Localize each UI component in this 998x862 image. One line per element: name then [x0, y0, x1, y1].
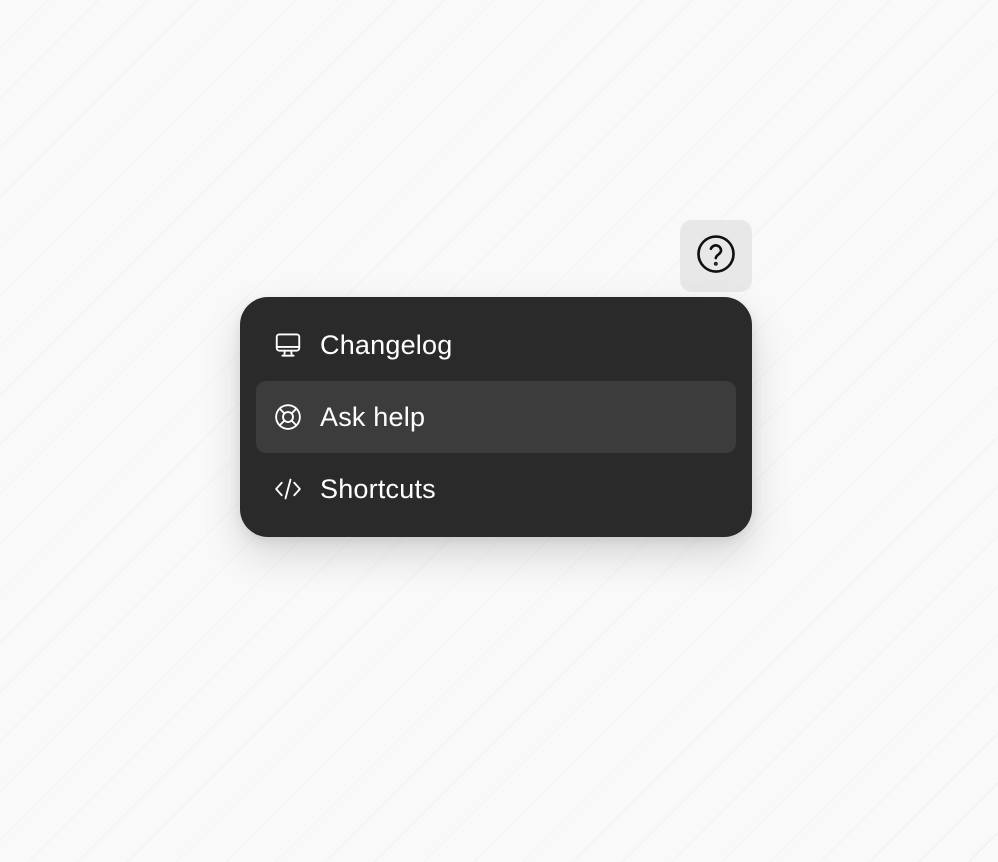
- code-icon: [272, 473, 304, 505]
- menu-item-label: Shortcuts: [320, 473, 436, 504]
- menu-item-label: Changelog: [320, 329, 453, 360]
- lifebuoy-icon: [272, 401, 304, 433]
- help-button[interactable]: [680, 220, 752, 292]
- monitor-icon: [272, 329, 304, 361]
- menu-item-ask-help[interactable]: Ask help: [256, 381, 736, 453]
- question-circle-icon: [695, 233, 737, 280]
- menu-item-label: Ask help: [320, 401, 426, 432]
- menu-item-changelog[interactable]: Changelog: [256, 309, 736, 381]
- menu-item-shortcuts[interactable]: Shortcuts: [256, 453, 736, 525]
- help-menu: Changelog Ask help Shortcuts: [240, 297, 752, 537]
